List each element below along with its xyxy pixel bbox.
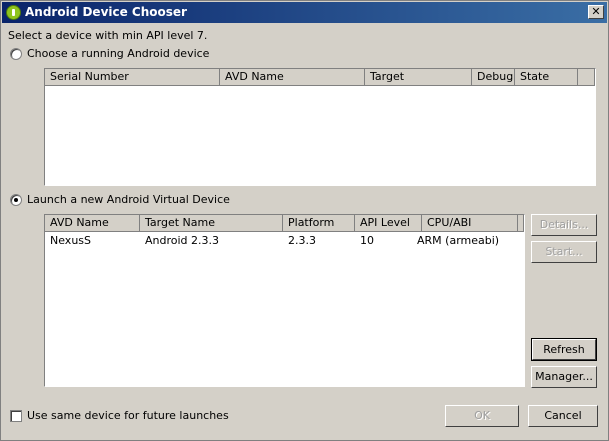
title-bar: Android Device Chooser ✕	[2, 2, 607, 23]
column-debug[interactable]: Debug	[472, 69, 515, 86]
column-filler	[578, 69, 595, 86]
android-icon	[6, 5, 21, 20]
use-same-device-label[interactable]: Use same device for future launches	[27, 409, 229, 422]
column-filler	[518, 215, 524, 232]
choose-running-device-label[interactable]: Choose a running Android device	[27, 47, 209, 60]
refresh-button[interactable]: Refresh	[531, 338, 597, 361]
device-chooser-dialog: Android Device Chooser ✕ Select a device…	[0, 0, 609, 441]
close-icon: ✕	[591, 5, 601, 18]
start-button[interactable]: Start...	[531, 241, 597, 263]
launch-new-avd-radio[interactable]	[10, 194, 22, 206]
launch-new-avd-label[interactable]: Launch a new Android Virtual Device	[27, 193, 230, 206]
cell-target-name: Android 2.3.3	[145, 234, 220, 247]
column-target[interactable]: Target	[365, 69, 472, 86]
column-cpu-abi[interactable]: CPU/ABI	[422, 215, 518, 232]
cell-api-level: 10	[360, 234, 374, 247]
column-target-name[interactable]: Target Name	[140, 215, 283, 232]
avd-table[interactable]: AVD Name Target Name Platform API Level …	[44, 214, 525, 387]
column-platform[interactable]: Platform	[283, 215, 355, 232]
window-title: Android Device Chooser	[25, 5, 187, 19]
close-button[interactable]: ✕	[588, 5, 604, 19]
prompt-text: Select a device with min API level 7.	[8, 29, 208, 42]
use-same-device-checkbox[interactable]	[10, 410, 22, 422]
column-api-level[interactable]: API Level	[355, 215, 422, 232]
choose-running-device-radio[interactable]	[10, 48, 22, 60]
column-avd-name[interactable]: AVD Name	[220, 69, 365, 86]
cell-avd-name: NexusS	[50, 234, 91, 247]
manager-button[interactable]: Manager...	[531, 366, 597, 388]
column-avd-name[interactable]: AVD Name	[45, 215, 140, 232]
running-devices-table[interactable]: Serial Number AVD Name Target Debug Stat…	[44, 68, 596, 186]
ok-button[interactable]: OK	[445, 405, 519, 427]
avd-table-header: AVD Name Target Name Platform API Level …	[45, 215, 524, 232]
cell-cpu-abi: ARM (armeabi)	[417, 234, 500, 247]
column-serial-number[interactable]: Serial Number	[45, 69, 220, 86]
cancel-button[interactable]: Cancel	[528, 405, 598, 427]
running-devices-header: Serial Number AVD Name Target Debug Stat…	[45, 69, 595, 86]
column-state[interactable]: State	[515, 69, 578, 86]
cell-platform: 2.3.3	[288, 234, 316, 247]
details-button[interactable]: Details...	[531, 214, 597, 236]
